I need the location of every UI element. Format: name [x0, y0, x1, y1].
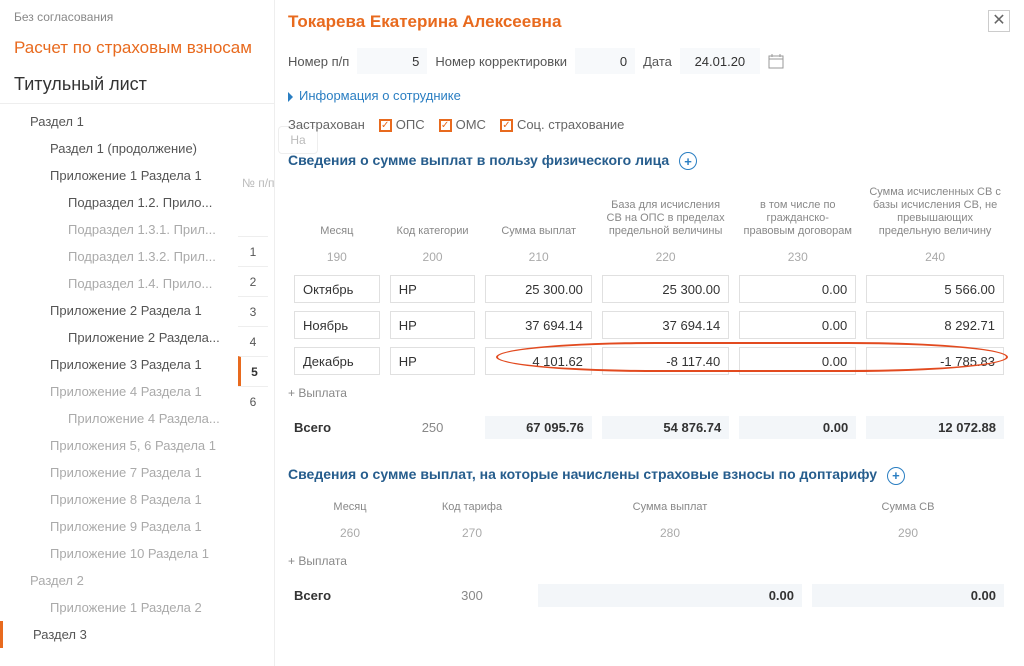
cell-month[interactable] — [294, 311, 380, 339]
col-sum: Сумма выплат — [481, 182, 596, 242]
payments-table: Месяц Код категории Сумма выплат База дл… — [288, 180, 1010, 380]
payment-row — [290, 344, 1008, 378]
cell-base[interactable] — [602, 311, 729, 339]
date-label: Дата — [643, 54, 672, 69]
sidebar: Без согласования Расчет по страховым взн… — [0, 0, 275, 666]
cell-sv[interactable] — [866, 347, 1004, 375]
total-base: 54 876.74 — [602, 416, 729, 439]
row-num-3[interactable]: 3 — [238, 296, 268, 326]
cell-sum[interactable] — [485, 311, 592, 339]
cell-gpd[interactable] — [739, 275, 856, 303]
title-page-heading[interactable]: Титульный лист — [0, 68, 274, 104]
tree-item-8[interactable]: Приложение 2 Раздела... — [0, 324, 274, 351]
cell-gpd[interactable] — [739, 347, 856, 375]
report-title: Расчет по страховым взносам — [0, 38, 274, 68]
tree-item-3[interactable]: Подраздел 1.2. Прило... — [0, 189, 274, 216]
cell-sv[interactable] — [866, 311, 1004, 339]
cell-month[interactable] — [294, 347, 380, 375]
corr-label: Номер корректировки — [435, 54, 567, 69]
employee-info-toggle[interactable]: Информация о сотруднике — [288, 84, 1010, 113]
tree-item-6[interactable]: Подраздел 1.4. Прило... — [0, 270, 274, 297]
header-fields: Номер п/п Номер корректировки Дата — [288, 42, 1010, 84]
total-gpd: 0.00 — [739, 416, 856, 439]
section2-add-icon[interactable]: + — [887, 467, 905, 485]
person-name: Токарева Екатерина Алексеевна — [288, 10, 1010, 42]
approval-status: Без согласования — [0, 10, 274, 38]
tree-item-9[interactable]: Приложение 3 Раздела 1 — [0, 351, 274, 378]
num-input[interactable] — [357, 48, 427, 74]
cell-sum[interactable] — [485, 275, 592, 303]
tree-item-4[interactable]: Подраздел 1.3.1. Прил... — [0, 216, 274, 243]
cell-gpd[interactable] — [739, 311, 856, 339]
col-gpd: в том числе по гражданско-правовым догов… — [735, 182, 860, 242]
payment-row — [290, 272, 1008, 306]
close-button[interactable]: ✕ — [988, 10, 1010, 32]
total2-label: Всего — [290, 576, 410, 610]
total-sum: 67 095.76 — [485, 416, 592, 439]
soc-checkbox[interactable]: ✓Соц. страхование — [500, 117, 624, 132]
ops-checkbox[interactable]: ✓ОПС — [379, 117, 425, 132]
col-sv: Сумма исчисленных СВ с базы исчисления С… — [862, 182, 1008, 242]
tree-item-17[interactable]: Раздел 2 — [0, 567, 274, 594]
cell-sum[interactable] — [485, 347, 592, 375]
caret-right-icon — [288, 92, 293, 102]
col-month: Месяц — [290, 182, 384, 242]
tree-item-0[interactable]: Раздел 1 — [0, 108, 274, 135]
section1-add-icon[interactable]: + — [679, 152, 697, 170]
tree-item-19[interactable]: Раздел 3 — [0, 621, 274, 648]
tree-item-15[interactable]: Приложение 9 Раздела 1 — [0, 513, 274, 540]
section1-add-payment[interactable]: + Выплата — [288, 380, 1010, 406]
tree-item-18[interactable]: Приложение 1 Раздела 2 — [0, 594, 274, 621]
cell-month[interactable] — [294, 275, 380, 303]
row-num-1[interactable]: 1 — [238, 236, 268, 266]
tree-item-1[interactable]: Раздел 1 (продолжение) — [0, 135, 274, 162]
cell-cat[interactable] — [390, 311, 476, 339]
total-label: Всего — [290, 408, 384, 442]
cell-cat[interactable] — [390, 347, 476, 375]
tree-item-14[interactable]: Приложение 8 Раздела 1 — [0, 486, 274, 513]
tree-item-10[interactable]: Приложение 4 Раздела 1 — [0, 378, 274, 405]
total2-sum: 0.00 — [538, 584, 802, 607]
section1-heading: Сведения о сумме выплат в пользу физичес… — [288, 146, 1010, 180]
cell-base[interactable] — [602, 347, 729, 375]
total2-sv: 0.00 — [812, 584, 1004, 607]
tree-item-7[interactable]: Приложение 2 Раздела 1 — [0, 297, 274, 324]
oms-checkbox[interactable]: ✓ОМС — [439, 117, 486, 132]
doptarif-table: Месяц Код тарифа Сумма выплат Сумма СВ 2… — [288, 495, 1010, 548]
insured-row: Застрахован ✓ОПС ✓ОМС ✓Соц. страхование — [288, 113, 1010, 146]
insured-label: Застрахован — [288, 117, 365, 132]
payment-row — [290, 308, 1008, 342]
row-num-5[interactable]: 5 — [238, 356, 268, 386]
cell-base[interactable] — [602, 275, 729, 303]
section2-add-payment[interactable]: + Выплата — [288, 548, 1010, 574]
cell-cat[interactable] — [390, 275, 476, 303]
corr-input[interactable] — [575, 48, 635, 74]
tree-item-5[interactable]: Подраздел 1.3.2. Прил... — [0, 243, 274, 270]
col-category: Код категории — [386, 182, 480, 242]
tree-item-12[interactable]: Приложения 5, 6 Раздела 1 — [0, 432, 274, 459]
num-label: Номер п/п — [288, 54, 349, 69]
tree-item-13[interactable]: Приложение 7 Раздела 1 — [0, 459, 274, 486]
section-tree: Раздел 1Раздел 1 (продолжение)Приложение… — [0, 104, 274, 648]
total-sv: 12 072.88 — [866, 416, 1004, 439]
tree-item-11[interactable]: Приложение 4 Раздела... — [0, 405, 274, 432]
detail-panel: ✕ Токарева Екатерина Алексеевна Номер п/… — [280, 0, 1024, 666]
row-num-4[interactable]: 4 — [238, 326, 268, 356]
row-num-2[interactable]: 2 — [238, 266, 268, 296]
col-base: База для исчисления СВ на ОПС в пределах… — [598, 182, 733, 242]
cell-sv[interactable] — [866, 275, 1004, 303]
row-number-column: 1 2 3 4 5 6 — [238, 176, 268, 416]
date-input[interactable] — [680, 48, 760, 74]
section2-heading: Сведения о сумме выплат, на которые начи… — [288, 460, 1010, 494]
row-num-6[interactable]: 6 — [238, 386, 268, 416]
tree-item-16[interactable]: Приложение 10 Раздела 1 — [0, 540, 274, 567]
tree-item-2[interactable]: Приложение 1 Раздела 1 — [0, 162, 274, 189]
calendar-icon[interactable] — [768, 53, 784, 69]
